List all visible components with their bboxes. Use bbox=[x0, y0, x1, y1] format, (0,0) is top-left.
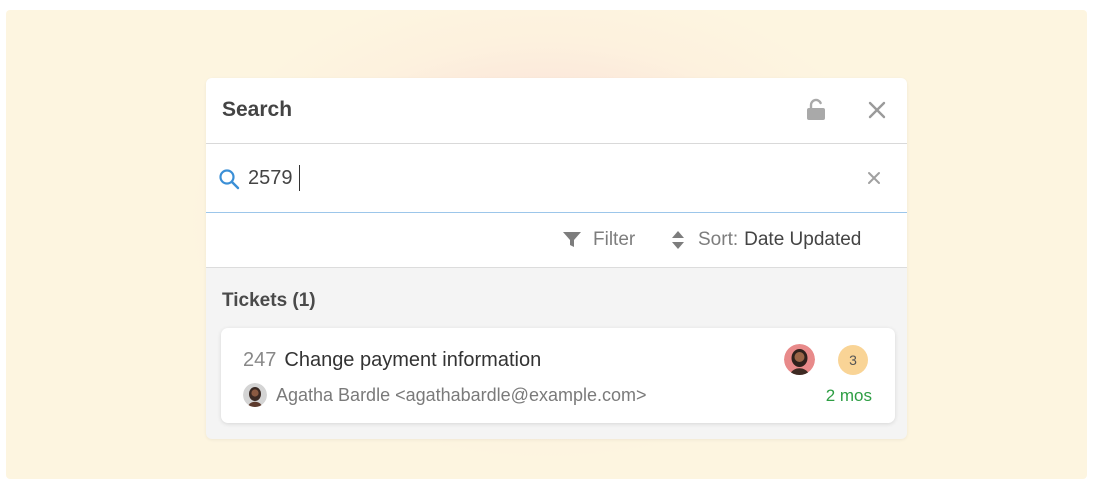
requester-avatar bbox=[243, 383, 267, 407]
clear-icon[interactable] bbox=[866, 170, 882, 186]
requester-line: Agatha Bardle <agathabardle@example.com> bbox=[243, 383, 647, 407]
search-icon bbox=[218, 168, 240, 190]
sort-icon bbox=[672, 231, 684, 249]
search-input[interactable] bbox=[248, 162, 828, 194]
sort-value: Date Updated bbox=[744, 229, 862, 250]
message-count-badge: 3 bbox=[838, 345, 868, 375]
panel-title: Search bbox=[222, 98, 293, 121]
backdrop: Search 2579 Filter Sort: Date Updated Ti… bbox=[6, 10, 1087, 479]
search-bar bbox=[206, 144, 907, 213]
filter-label: Filter bbox=[593, 229, 636, 250]
ticket-subject: Change payment information bbox=[284, 349, 542, 371]
tickets-section-title: Tickets (1) bbox=[222, 290, 316, 311]
ticket-result[interactable]: 247 Change payment information Agatha Bar… bbox=[221, 328, 895, 423]
ticket-age: 2 mos bbox=[825, 386, 872, 405]
sort-label: Sort: bbox=[698, 229, 739, 250]
search-panel: Search 2579 Filter Sort: Date Updated Ti… bbox=[206, 78, 907, 439]
sort-button[interactable]: Sort: Date Updated bbox=[672, 229, 861, 251]
ticket-id: 247 bbox=[243, 349, 277, 371]
ticket-title-line: 247 Change payment information bbox=[243, 349, 541, 372]
filter-button[interactable]: Filter bbox=[563, 229, 635, 251]
close-icon[interactable] bbox=[865, 98, 889, 122]
assignee-avatar bbox=[784, 344, 815, 375]
results-toolbar: Filter Sort: Date Updated bbox=[206, 213, 907, 268]
text-caret bbox=[299, 165, 300, 191]
panel-header: Search bbox=[206, 78, 907, 144]
filter-icon bbox=[563, 232, 581, 248]
requester-name-email: Agatha Bardle <agathabardle@example.com> bbox=[276, 384, 647, 405]
lock-open-icon[interactable] bbox=[804, 98, 828, 122]
